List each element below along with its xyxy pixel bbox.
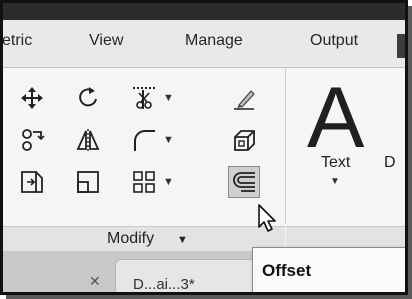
tab-output[interactable]: Output: [310, 32, 358, 50]
close-icon[interactable]: ✕: [89, 273, 101, 290]
tab-parametric[interactable]: etric: [3, 32, 32, 50]
mirror-icon[interactable]: [75, 127, 101, 153]
window-shadow-right: [408, 6, 412, 299]
offset-icon[interactable]: [228, 166, 260, 198]
trim-icon[interactable]: [131, 85, 157, 111]
scale-icon[interactable]: [75, 169, 101, 195]
stretch-icon[interactable]: [19, 169, 45, 195]
modify-panel-title[interactable]: Modify ▼: [3, 226, 285, 252]
fillet-dropdown-caret[interactable]: ▼: [163, 134, 174, 146]
rotate-icon[interactable]: [75, 85, 101, 111]
array-dropdown-caret[interactable]: ▼: [163, 176, 174, 188]
panel-separator: [285, 68, 286, 224]
trim-dropdown-caret[interactable]: ▼: [163, 92, 174, 104]
copy-icon[interactable]: [19, 127, 45, 153]
move-icon[interactable]: [19, 85, 45, 111]
app-window: etric View Manage Output ▼ ▼ ▼ A Text ▼ …: [0, 0, 408, 295]
document-tab-label: D...ai...3*: [133, 276, 195, 293]
text-tool-icon[interactable]: A: [307, 68, 364, 168]
ribbon-panel: ▼ ▼ ▼ A Text ▼ D: [3, 68, 405, 226]
text-tool-label[interactable]: Text: [321, 154, 350, 172]
window-shadow-bottom: [6, 295, 412, 299]
title-bar: [3, 3, 405, 20]
erase-icon[interactable]: [231, 85, 257, 111]
fillet-icon[interactable]: [131, 127, 157, 153]
tab-view[interactable]: View: [89, 32, 123, 50]
explode-icon[interactable]: [231, 127, 257, 153]
ribbon-tab-bar: etric View Manage Output: [3, 20, 405, 68]
mouse-cursor-icon: [257, 203, 281, 240]
tab-manage[interactable]: Manage: [185, 32, 243, 50]
tooltip-title: Offset: [262, 261, 312, 280]
tab-overflow-grip[interactable]: [397, 34, 405, 58]
text-dropdown-caret[interactable]: ▼: [330, 176, 340, 187]
next-tool-label[interactable]: D: [384, 154, 396, 172]
array-icon[interactable]: [131, 169, 157, 195]
modify-dropdown-caret[interactable]: ▼: [177, 234, 188, 246]
modify-panel-label: Modify: [107, 230, 155, 247]
tooltip: Offset: [252, 247, 405, 292]
